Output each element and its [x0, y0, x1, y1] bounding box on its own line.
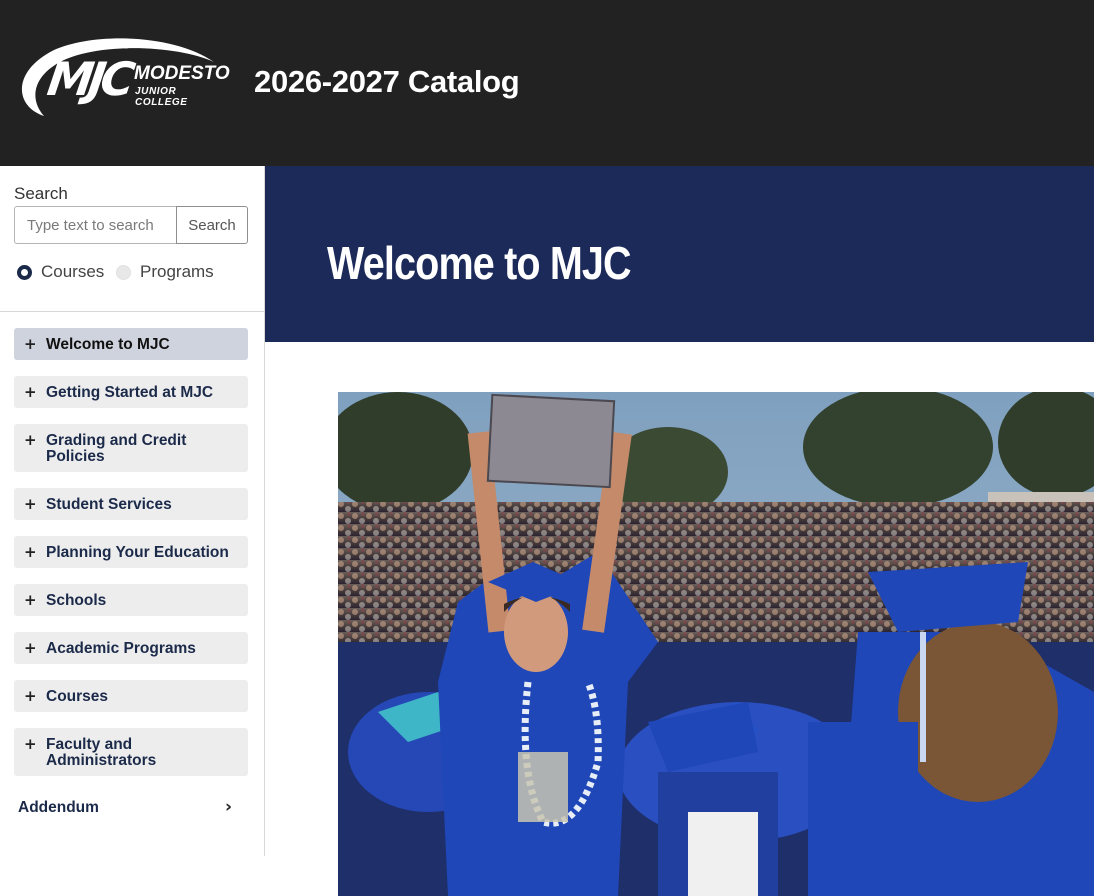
radio-programs[interactable]: Programs	[116, 260, 214, 284]
sidebar-item-getting-started[interactable]: + Getting Started at MJC	[14, 376, 248, 408]
sidebar-item-schools[interactable]: + Schools	[14, 584, 248, 616]
page-banner: Welcome to MJC	[265, 166, 1094, 342]
expand-plus-icon[interactable]: +	[24, 736, 37, 752]
expand-plus-icon[interactable]: +	[24, 384, 37, 400]
sidebar-item-academic-programs[interactable]: + Academic Programs	[14, 632, 248, 664]
radio-checked-icon[interactable]	[17, 264, 32, 280]
graduation-photo-image	[338, 392, 1094, 896]
sidebar-item-grading[interactable]: + Grading and Credit Policies	[14, 424, 248, 472]
chevron-right-icon[interactable]: ›	[225, 797, 232, 817]
logo-line-1: MODESTO	[134, 63, 230, 84]
expand-plus-icon[interactable]: +	[24, 432, 37, 448]
logo-line-2: JUNIOR COLLEGE	[135, 86, 188, 108]
expand-plus-icon[interactable]: +	[24, 336, 37, 352]
expand-plus-icon[interactable]: +	[24, 640, 37, 656]
sidebar-item-label: Academic Programs	[46, 640, 196, 657]
catalog-title[interactable]: 2026-2027 Catalog	[254, 62, 520, 102]
expand-plus-icon[interactable]: +	[24, 688, 37, 704]
sidebar-item-courses[interactable]: + Courses	[14, 680, 248, 712]
sidebar-item-student-services[interactable]: + Student Services	[14, 488, 248, 520]
sidebar-divider	[0, 311, 264, 312]
sidebar-item-label: Grading and Credit Policies	[46, 432, 187, 465]
sidebar-item-planning[interactable]: + Planning Your Education	[14, 536, 248, 568]
sidebar-item-label: Welcome to MJC	[46, 336, 170, 353]
sidebar-item-label: Student Services	[46, 496, 172, 513]
sidebar-item-label: Courses	[46, 688, 109, 705]
expand-plus-icon[interactable]: +	[24, 544, 37, 560]
radio-courses-label: Courses	[41, 262, 105, 281]
logo-mark: MJC	[44, 52, 134, 106]
sidebar-item-welcome[interactable]: + Welcome to MJC	[14, 328, 248, 360]
sidebar-item-faculty[interactable]: + Faculty and Administrators	[14, 728, 248, 776]
site-header: MJC MODESTO JUNIOR COLLEGE 2026-2027 Cat…	[0, 0, 1094, 166]
sidebar-item-label: Planning Your Education	[46, 544, 229, 561]
radio-programs-label: Programs	[140, 262, 214, 281]
expand-plus-icon[interactable]: +	[24, 592, 37, 608]
mjc-logo[interactable]: MJC MODESTO JUNIOR COLLEGE	[14, 36, 230, 124]
search-input[interactable]	[14, 206, 177, 244]
page-title: Welcome to MJC	[327, 237, 632, 289]
sidebar-item-addendum[interactable]: Addendum ›	[18, 797, 232, 819]
hero-photo	[338, 392, 1094, 896]
radio-unchecked-icon[interactable]	[116, 264, 131, 280]
radio-courses[interactable]: Courses	[17, 260, 104, 284]
sidebar-item-label: Getting Started at MJC	[46, 384, 214, 401]
search-label: Search	[14, 184, 68, 203]
addendum-label: Addendum	[18, 799, 99, 816]
search-button[interactable]: Search	[176, 206, 248, 244]
sidebar: Search Search Courses Programs + Welcome…	[0, 166, 265, 856]
sidebar-item-label: Schools	[46, 592, 107, 609]
expand-plus-icon[interactable]: +	[24, 496, 37, 512]
sidebar-item-label: Faculty and Administrators	[46, 736, 157, 769]
